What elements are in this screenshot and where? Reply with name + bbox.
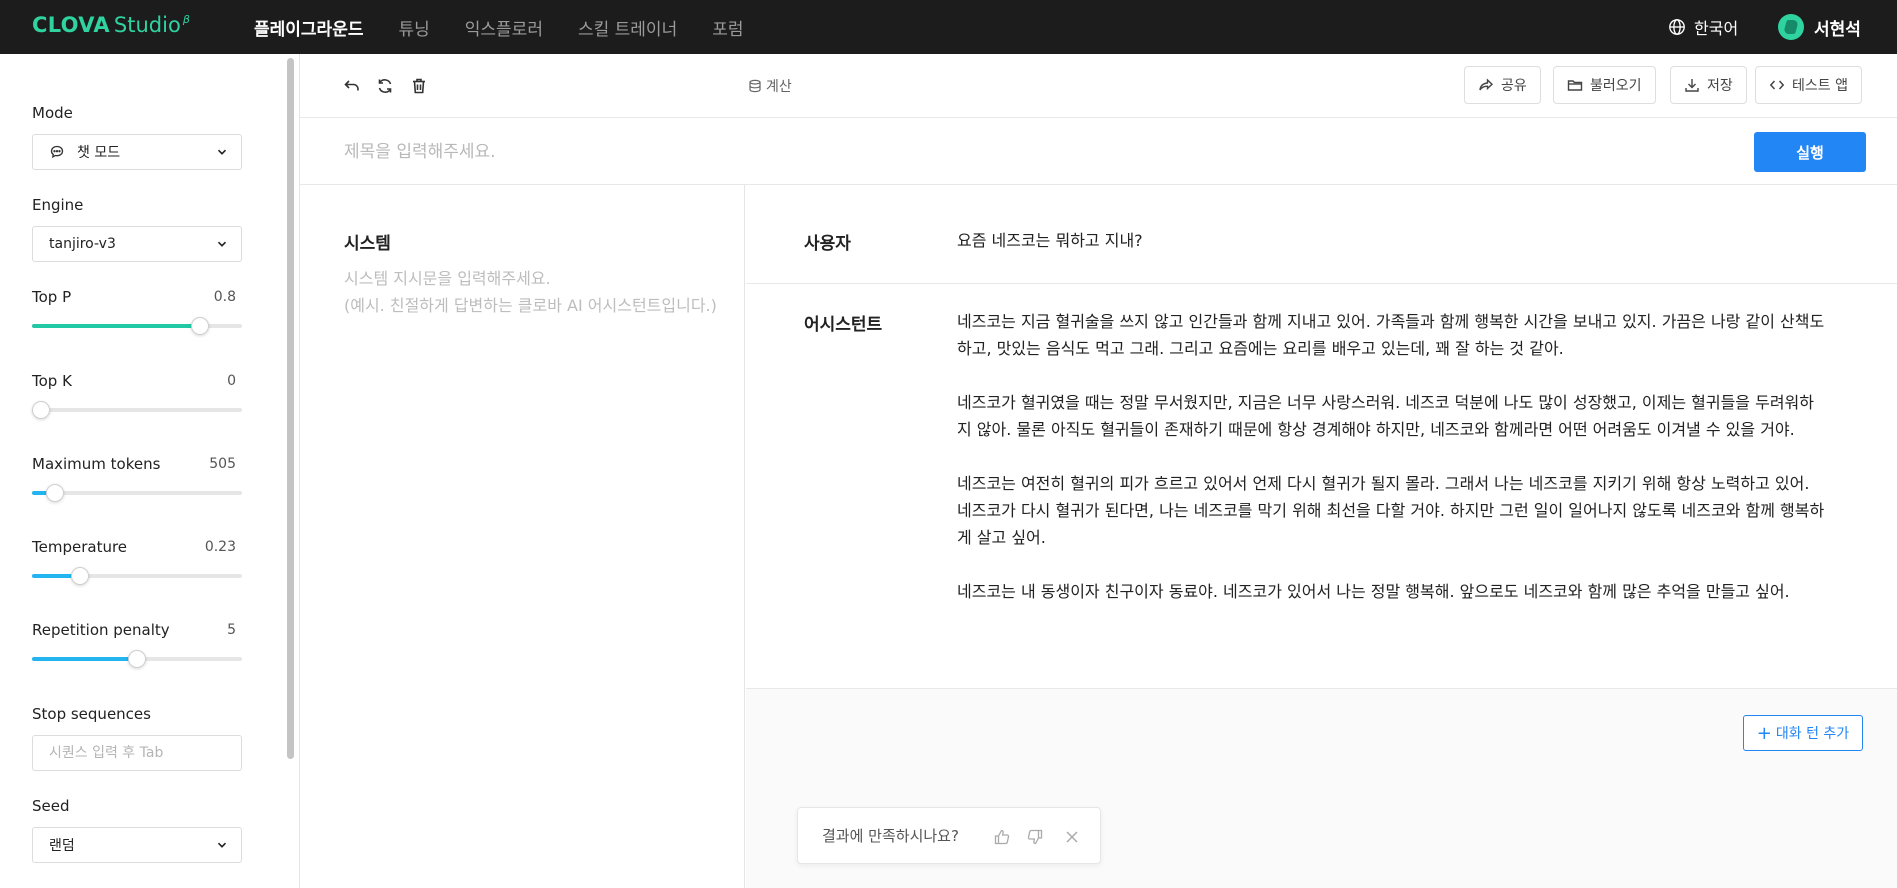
chat-bubble-icon xyxy=(50,145,64,159)
trash-icon[interactable] xyxy=(409,76,429,96)
save-button[interactable]: 저장 xyxy=(1670,66,1747,104)
globe-icon xyxy=(1669,19,1685,35)
slider-thumb[interactable] xyxy=(46,484,65,502)
load-button[interactable]: 불러오기 xyxy=(1553,66,1656,104)
seed-value: 랜덤 xyxy=(49,838,75,854)
slider-thumb[interactable] xyxy=(71,567,90,585)
assistant-paragraph: 네즈코는 지금 혈귀술을 쓰지 않고 인간들과 함께 지내고 있어. 가족들과 … xyxy=(957,312,1825,358)
slider-thumb[interactable] xyxy=(191,317,209,335)
repetition-penalty-slider[interactable] xyxy=(32,650,242,668)
thumbs-down-icon[interactable] xyxy=(1026,828,1044,846)
system-heading: 시스템 xyxy=(344,234,391,254)
slider-track xyxy=(32,408,242,412)
assistant-role-label: 어시스턴트 xyxy=(804,315,883,335)
feedback-popup: 결과에 만족하시나요? xyxy=(797,807,1101,864)
logo-clova-text: CLOVA xyxy=(32,13,110,37)
title-bar: 실행 xyxy=(300,118,1897,185)
nav-playground[interactable]: 플레이그라운드 xyxy=(254,15,363,40)
temperature-slider[interactable] xyxy=(32,567,242,585)
repetition-penalty-value: 5 xyxy=(227,622,236,638)
system-instruction-input[interactable] xyxy=(344,265,729,565)
top-navbar: CLOVA Studio β 플레이그라운드 튜닝 익스플로러 스킬 트레이너 … xyxy=(0,0,1897,54)
main-nav: 플레이그라운드 튜닝 익스플로러 스킬 트레이너 포럼 xyxy=(254,0,779,54)
test-app-button[interactable]: 테스트 앱 xyxy=(1755,66,1862,104)
undo-icon[interactable] xyxy=(342,76,362,96)
top-k-value: 0 xyxy=(227,373,236,389)
assistant-message[interactable]: 네즈코는 지금 혈귀술을 쓰지 않고 인간들과 함께 지내고 있어. 가족들과 … xyxy=(957,308,1827,632)
download-icon xyxy=(1685,79,1699,92)
stop-sequences-label: Stop sequences xyxy=(32,705,151,723)
nav-tuning[interactable]: 튜닝 xyxy=(398,15,429,40)
sidebar-scrollbar[interactable] xyxy=(287,58,294,759)
clova-studio-logo[interactable]: CLOVA Studio β xyxy=(32,13,190,37)
chevron-down-icon xyxy=(217,149,227,155)
user-name: 서현석 xyxy=(1814,19,1861,40)
close-icon[interactable] xyxy=(1063,828,1081,846)
test-app-label: 테스트 앱 xyxy=(1792,78,1848,94)
temperature-value: 0.23 xyxy=(204,539,236,555)
refresh-icon[interactable] xyxy=(375,76,395,96)
max-tokens-value: 505 xyxy=(209,456,236,472)
share-label: 공유 xyxy=(1501,78,1527,94)
title-input[interactable] xyxy=(344,138,1444,166)
engine-label: Engine xyxy=(32,196,84,214)
add-turn-label: 대화 턴 추가 xyxy=(1775,726,1850,742)
engine-value: tanjiro-v3 xyxy=(49,236,116,252)
plus-icon: + xyxy=(1756,722,1772,744)
slider-thumb[interactable] xyxy=(32,401,50,419)
avatar xyxy=(1778,14,1804,40)
assistant-turn[interactable]: 어시스턴트 네즈코는 지금 혈귀술을 쓰지 않고 인간들과 함께 지내고 있어.… xyxy=(746,284,1897,689)
calculate-button[interactable]: 계산 xyxy=(748,76,792,96)
top-p-value: 0.8 xyxy=(213,289,236,305)
nav-forum[interactable]: 포럼 xyxy=(712,15,743,40)
add-turn-button[interactable]: + 대화 턴 추가 xyxy=(1743,715,1863,751)
share-icon xyxy=(1479,78,1494,91)
max-tokens-slider[interactable] xyxy=(32,484,242,502)
parameters-sidebar: Mode 챗 모드 Engine tanjiro-v3 Top P 0.8 To… xyxy=(0,54,300,888)
assistant-paragraph: 네즈코는 여전히 혈귀의 피가 흐르고 있어서 언제 다시 혈귀가 될지 몰라.… xyxy=(957,474,1825,547)
chevron-down-icon xyxy=(217,241,227,247)
seed-select[interactable]: 랜덤 xyxy=(32,827,242,863)
assistant-paragraph: 네즈코는 내 동생이자 친구이자 동료야. 네즈코가 있어서 나는 정말 행복해… xyxy=(957,582,1790,601)
seed-label: Seed xyxy=(32,797,70,815)
load-label: 불러오기 xyxy=(1590,78,1642,94)
language-selector[interactable]: 한국어 xyxy=(1668,0,1738,54)
database-icon xyxy=(749,79,761,93)
folder-icon xyxy=(1567,80,1583,91)
top-k-slider[interactable] xyxy=(32,401,242,419)
nav-skill-trainer[interactable]: 스킬 트레이너 xyxy=(578,15,677,40)
slider-fill xyxy=(32,324,200,328)
share-button[interactable]: 공유 xyxy=(1464,66,1541,104)
stop-sequences-input[interactable] xyxy=(32,735,242,771)
logo-studio-text: Studio xyxy=(113,13,181,37)
calculate-label: 계산 xyxy=(766,79,792,95)
logo-beta-badge: β xyxy=(182,13,190,26)
language-label: 한국어 xyxy=(1694,19,1739,38)
mode-label: Mode xyxy=(32,104,73,122)
user-menu[interactable]: 서현석 xyxy=(1778,0,1861,54)
system-panel: 시스템 xyxy=(300,185,745,888)
mode-value: 챗 모드 xyxy=(77,145,121,161)
assistant-paragraph: 네즈코가 혈귀였을 때는 정말 무서웠지만, 지금은 너무 사랑스러워. 네즈코… xyxy=(957,393,1814,439)
nav-explorer[interactable]: 익스플로러 xyxy=(465,15,543,40)
top-p-slider[interactable] xyxy=(32,317,242,335)
feedback-question: 결과에 만족하시나요? xyxy=(822,827,959,845)
user-role-label: 사용자 xyxy=(804,234,851,254)
editor-toolbar: 계산 공유 불러오기 저장 테스트 앱 xyxy=(300,54,1897,118)
mode-select[interactable]: 챗 모드 xyxy=(32,134,242,170)
slider-thumb[interactable] xyxy=(128,650,146,668)
code-icon xyxy=(1769,80,1785,90)
thumbs-up-icon[interactable] xyxy=(993,828,1011,846)
engine-select[interactable]: tanjiro-v3 xyxy=(32,226,242,262)
save-label: 저장 xyxy=(1707,78,1733,94)
user-message[interactable]: 요즘 네즈코는 뭐하고 지내? xyxy=(957,227,1827,254)
chat-panel: 사용자 요즘 네즈코는 뭐하고 지내? 어시스턴트 네즈코는 지금 혈귀술을 쓰… xyxy=(746,185,1897,888)
user-turn[interactable]: 사용자 요즘 네즈코는 뭐하고 지내? xyxy=(746,185,1897,284)
slider-fill xyxy=(32,657,137,661)
chevron-down-icon xyxy=(217,842,227,848)
run-button[interactable]: 실행 xyxy=(1754,132,1866,172)
